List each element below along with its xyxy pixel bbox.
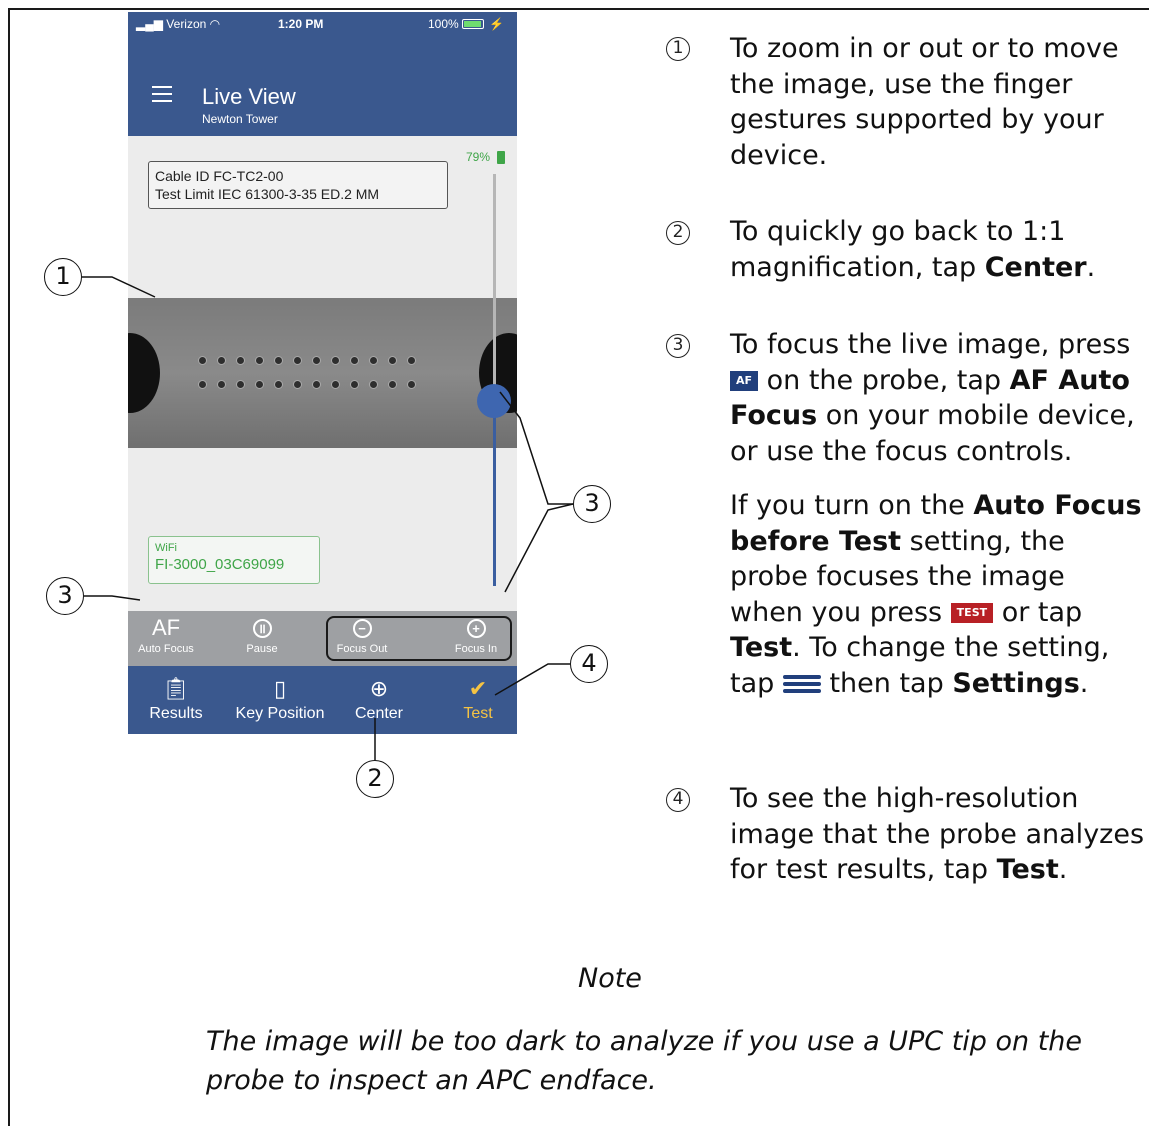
step-2-period: .	[1086, 251, 1096, 283]
step-number-3: 3	[666, 334, 690, 358]
test-key-icon: TEST	[950, 603, 994, 623]
step-3-text-a: To focus the live image, press	[730, 329, 1131, 360]
step-text-1: To zoom in or out or to move the image, …	[730, 33, 1119, 171]
step-number-2: 2	[666, 221, 690, 245]
step-4-period: .	[1058, 854, 1068, 885]
step-3-paragraph-2: If you turn on the Auto Focus before Tes…	[730, 488, 1145, 701]
leader-4	[494, 663, 570, 696]
callout-2: 2	[356, 760, 394, 798]
step-3-bold-settings: Settings	[952, 667, 1080, 699]
step-3-paragraph-1: To focus the live image, press AF on the…	[730, 327, 1145, 469]
step-number-1: 1	[666, 37, 690, 61]
leader-3-controls	[504, 503, 574, 593]
step-text-4: To see the high-resolution image that th…	[730, 781, 1145, 888]
leader-3-slider	[499, 391, 573, 505]
step-3-p2-a: If you turn on the	[730, 490, 974, 521]
step-3-text-b: on the probe, tap	[758, 364, 1010, 396]
af-key-icon: AF	[730, 371, 759, 391]
step-4-bold-test: Test	[996, 854, 1059, 885]
step-3-bold-test: Test	[730, 632, 793, 663]
leader-3-left	[84, 595, 141, 601]
step-number-4: 4	[666, 788, 690, 812]
step-text-2: To quickly go back to 1:1 magnification,…	[730, 214, 1145, 285]
step-3-p2-c: or tap	[993, 596, 1083, 628]
callout-4: 4	[570, 645, 608, 683]
menu-icon	[782, 674, 821, 694]
step-3-p2-f: .	[1079, 667, 1089, 699]
callout-3-left: 3	[46, 577, 84, 615]
note-heading: Note	[578, 963, 642, 994]
step-2-bold-center: Center	[984, 251, 1087, 283]
note-body: The image will be too dark to analyze if…	[206, 1026, 1083, 1096]
callout-3-right: 3	[573, 485, 611, 523]
callout-1: 1	[44, 258, 82, 296]
leader-1	[82, 276, 156, 298]
step-3-p2-e: then tap	[820, 667, 953, 699]
step-text-3: To focus the live image, press AF on the…	[730, 327, 1145, 701]
step-4-text: To see the high-resolution image that th…	[730, 783, 1145, 885]
